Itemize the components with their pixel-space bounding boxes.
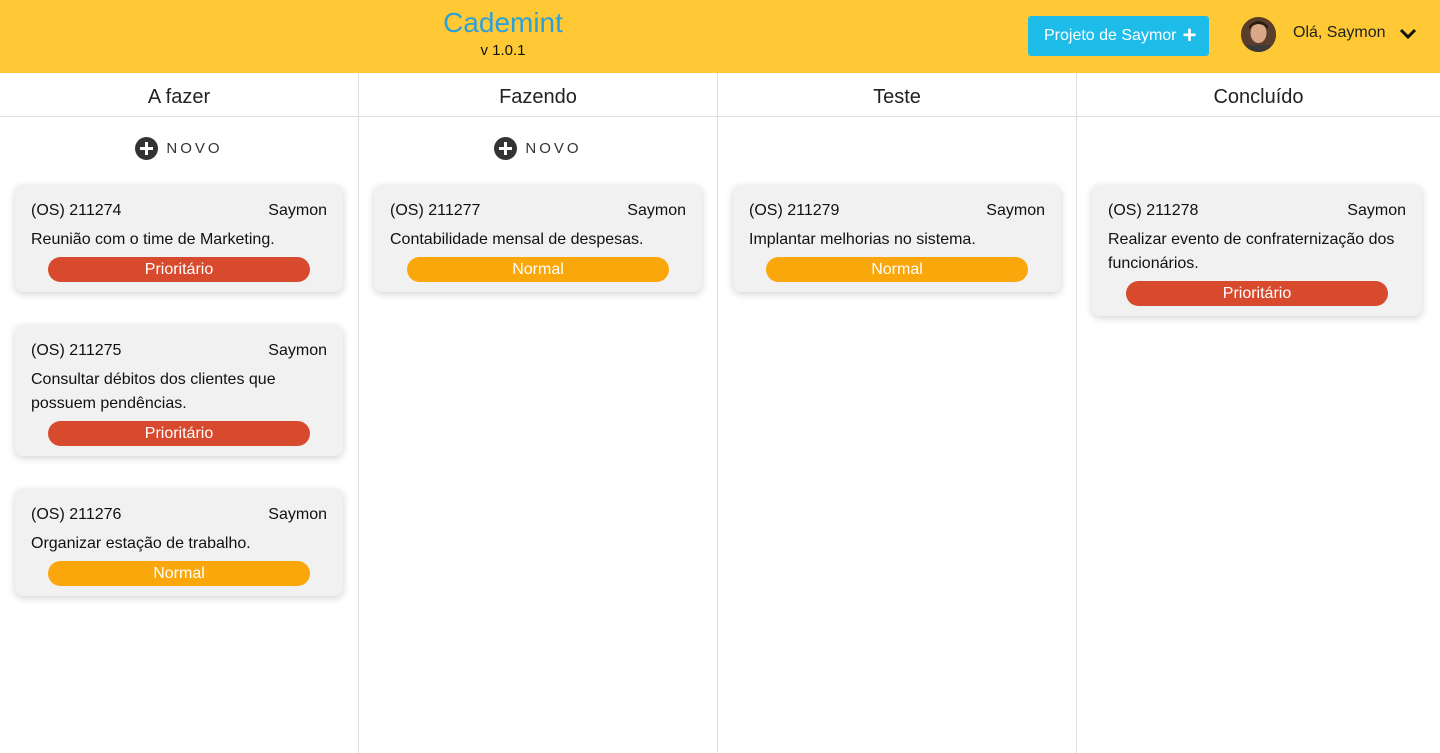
- task-card[interactable]: (OS) 211275 Saymon Consultar débitos dos c…: [15, 325, 343, 456]
- project-button-label: Projeto de Saymor: [1044, 27, 1177, 44]
- column-title: Concluído: [1077, 73, 1440, 117]
- card-list: (OS) 211277 Saymon Contabilidade mensal de…: [374, 185, 702, 325]
- avatar[interactable]: [1241, 17, 1276, 52]
- plus-icon: +: [1182, 22, 1197, 49]
- card-assignee: Saymon: [1347, 202, 1406, 219]
- task-card[interactable]: (OS) 211274 Saymon Reunião com o time de M…: [15, 185, 343, 292]
- app-version: v 1.0.1: [480, 42, 526, 59]
- task-card[interactable]: (OS) 211279 Saymon Implantar melhorias no …: [733, 185, 1061, 292]
- task-card[interactable]: (OS) 211276 Saymon Organizar estação de tr…: [15, 489, 343, 596]
- priority-badge: Prioritário: [48, 421, 310, 446]
- column-3: Concluído (OS) 211278 Saymon Realizar event…: [1077, 73, 1440, 753]
- new-card-label: NOVO: [525, 140, 582, 157]
- card-id: (OS) 211278: [1108, 202, 1199, 219]
- card-description: Reunião com o time de Marketing.: [31, 231, 275, 248]
- user-greeting[interactable]: Olá, Saymon: [1293, 24, 1385, 42]
- card-list: (OS) 211274 Saymon Reunião com o time de M…: [15, 185, 343, 629]
- card-id: (OS) 211276: [31, 506, 122, 523]
- priority-badge: Prioritário: [48, 257, 310, 282]
- new-card-button[interactable]: NOVO: [359, 137, 717, 160]
- brand: Cademint v 1.0.1: [423, 6, 583, 59]
- card-list: (OS) 211278 Saymon Realizar evento de conf…: [1092, 185, 1422, 349]
- task-card[interactable]: (OS) 211278 Saymon Realizar evento de conf…: [1092, 185, 1422, 316]
- column-0: A fazer NOVO (OS) 211274 Saymon Reunião com …: [0, 73, 359, 753]
- card-description: Consultar débitos dos clientes que possu…: [31, 371, 276, 412]
- new-card-button[interactable]: NOVO: [0, 137, 358, 160]
- card-description: Contabilidade mensal de despesas.: [390, 231, 644, 248]
- card-assignee: Saymon: [627, 202, 686, 219]
- card-id: (OS) 211279: [749, 202, 840, 219]
- card-header: (OS) 211279 Saymon: [749, 201, 1045, 221]
- card-description: Realizar evento de confraternização dos …: [1108, 231, 1395, 272]
- kanban-board: A fazer NOVO (OS) 211274 Saymon Reunião com …: [0, 73, 1440, 753]
- column-title: A fazer: [0, 73, 358, 117]
- card-id: (OS) 211277: [390, 202, 481, 219]
- column-1: Fazendo NOVO (OS) 211277 Saymon Contabilidad…: [359, 73, 718, 753]
- card-list: (OS) 211279 Saymon Implantar melhorias no …: [733, 185, 1061, 325]
- card-header: (OS) 211276 Saymon: [31, 505, 327, 525]
- card-header: (OS) 211274 Saymon: [31, 201, 327, 221]
- card-header: (OS) 211278 Saymon: [1108, 201, 1406, 221]
- card-assignee: Saymon: [268, 202, 327, 219]
- priority-badge: Normal: [766, 257, 1028, 282]
- column-title: Teste: [718, 73, 1076, 117]
- plus-circle-icon: [494, 137, 518, 160]
- task-card[interactable]: (OS) 211277 Saymon Contabilidade mensal de…: [374, 185, 702, 292]
- priority-badge: Normal: [407, 257, 669, 282]
- plus-circle-icon: [135, 137, 159, 160]
- card-header: (OS) 211277 Saymon: [390, 201, 686, 221]
- card-description: Organizar estação de trabalho.: [31, 535, 251, 552]
- card-id: (OS) 211274: [31, 202, 122, 219]
- card-assignee: Saymon: [986, 202, 1045, 219]
- priority-badge: Prioritário: [1126, 281, 1388, 306]
- app-title: Cademint: [443, 7, 563, 38]
- chevron-down-icon[interactable]: [1398, 26, 1418, 42]
- card-description: Implantar melhorias no sistema.: [749, 231, 976, 248]
- card-assignee: Saymon: [268, 506, 327, 523]
- new-card-label: NOVO: [166, 140, 223, 157]
- column-title: Fazendo: [359, 73, 717, 117]
- card-header: (OS) 211275 Saymon: [31, 341, 327, 361]
- card-id: (OS) 211275: [31, 342, 122, 359]
- column-2: Teste (OS) 211279 Saymon Implantar melhoria…: [718, 73, 1077, 753]
- card-assignee: Saymon: [268, 342, 327, 359]
- top-bar: Cademint v 1.0.1 Projeto de Saymor + Olá…: [0, 0, 1440, 73]
- project-button[interactable]: Projeto de Saymor +: [1028, 16, 1209, 56]
- priority-badge: Normal: [48, 561, 310, 586]
